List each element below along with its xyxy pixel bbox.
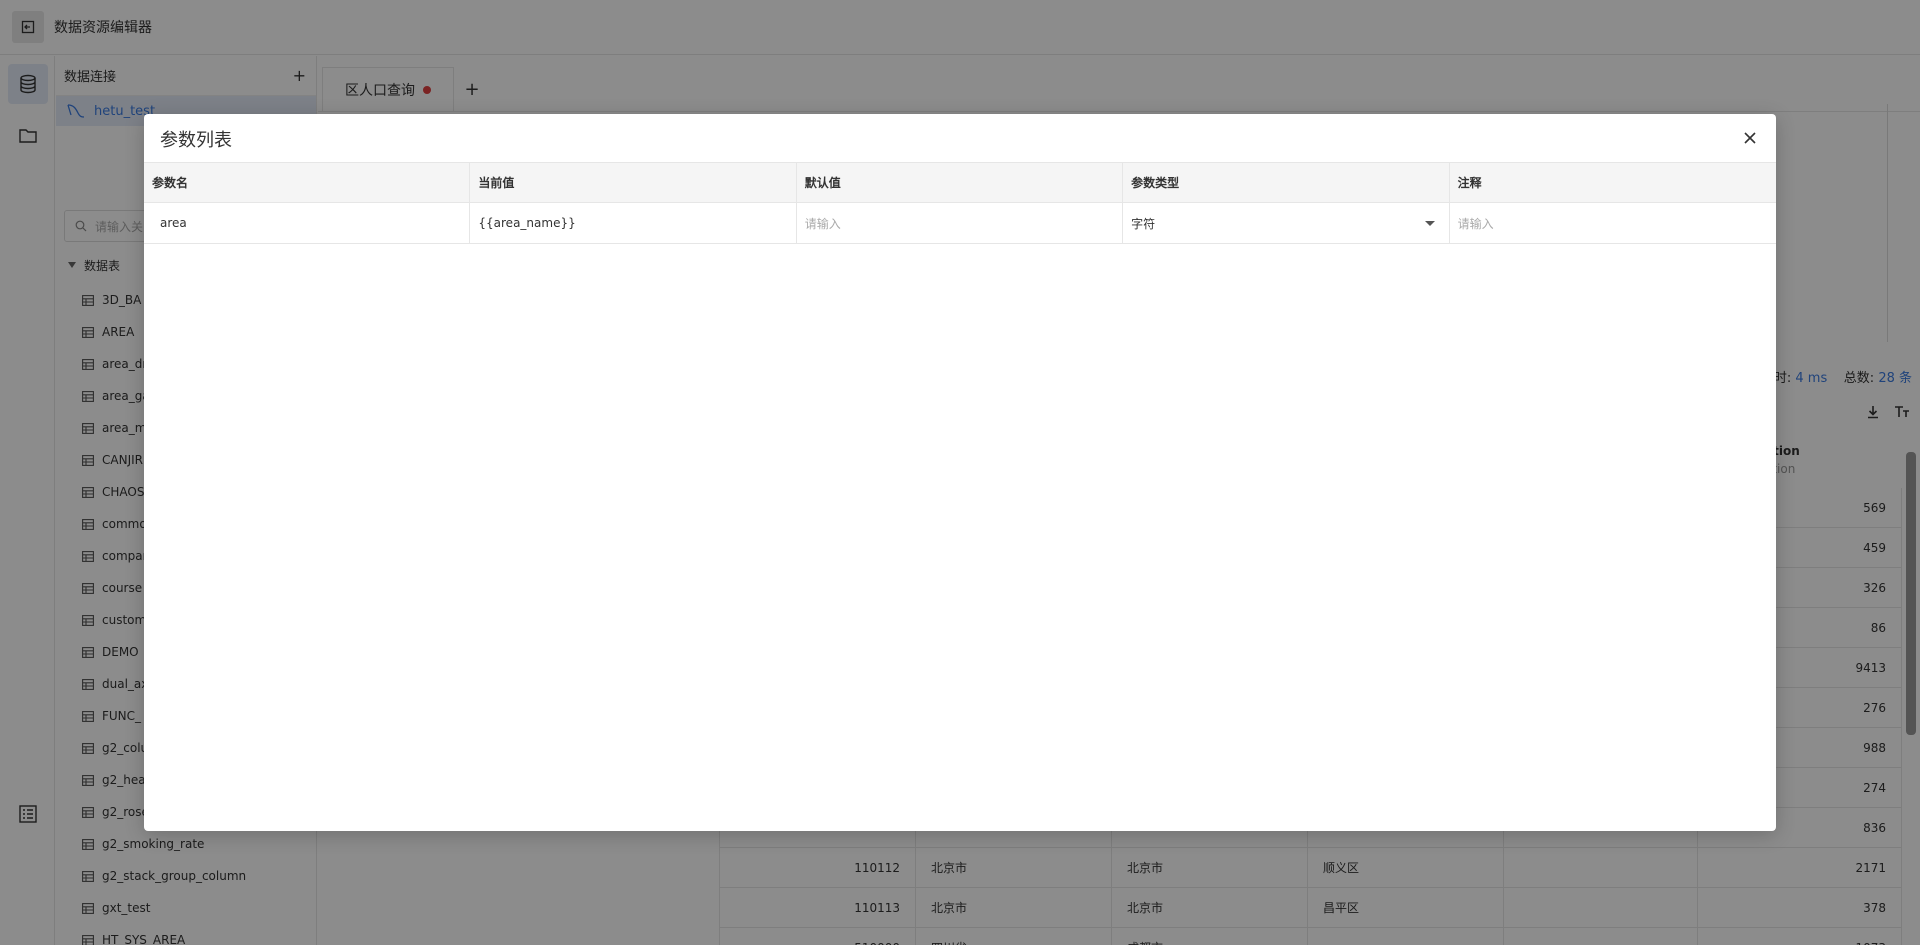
param-type-select[interactable]: 字符: [1123, 203, 1450, 243]
current-value-input[interactable]: {{area_name}}: [470, 203, 797, 243]
param-type-value: 字符: [1131, 216, 1156, 231]
col-param-name: 参数名: [144, 163, 471, 202]
param-name-cell: area: [144, 203, 471, 243]
params-table: 参数名 当前值 默认值 参数类型 注释 area {{area_name}} 请…: [144, 162, 1776, 244]
param-row: area {{area_name}} 请输入 字符 请输入: [144, 203, 1776, 244]
col-comment: 注释: [1457, 176, 1482, 190]
params-header-row: 参数名 当前值 默认值 参数类型 注释: [144, 163, 1776, 203]
col-current-value: 当前值: [470, 163, 797, 202]
default-value-input[interactable]: 请输入: [797, 203, 1124, 243]
close-icon: [1744, 132, 1756, 144]
dropdown-arrow-icon: [1424, 221, 1435, 226]
close-button[interactable]: [1740, 128, 1760, 148]
col-param-type: 参数类型: [1123, 163, 1450, 202]
comment-input[interactable]: 请输入: [1450, 203, 1776, 243]
col-default-value: 默认值: [797, 163, 1124, 202]
modal-title: 参数列表: [160, 130, 232, 151]
params-modal: 参数列表 参数名 当前值 默认值 参数类型 注释 area {{area_nam…: [144, 114, 1776, 831]
